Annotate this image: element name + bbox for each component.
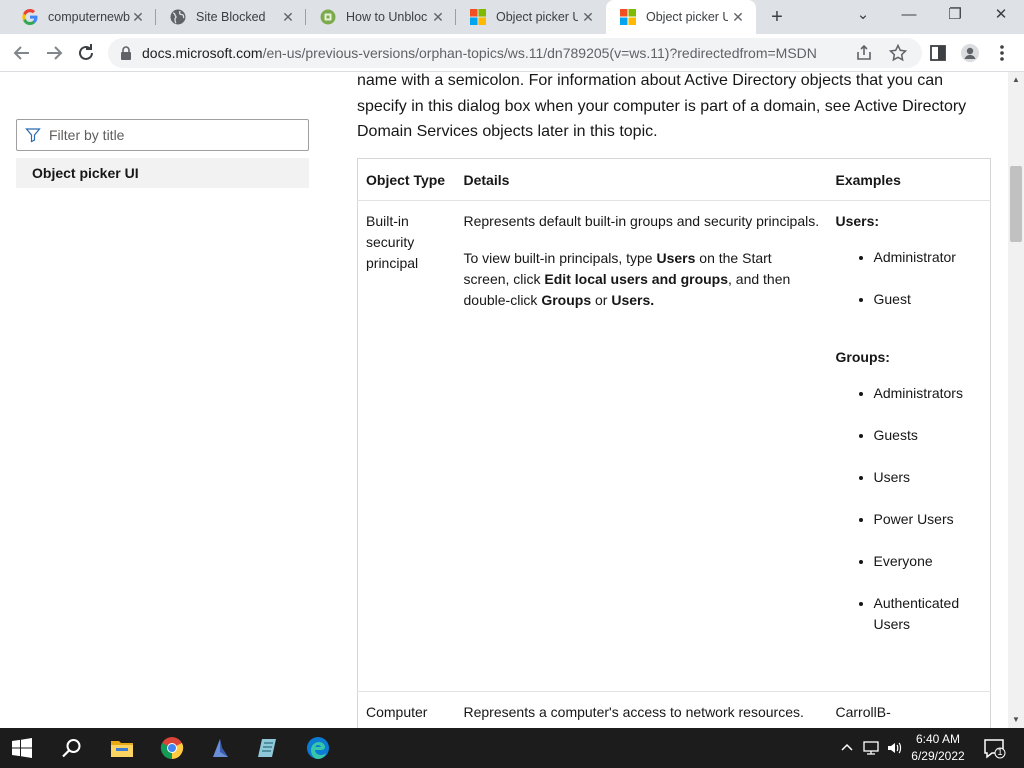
list-item: Administrators: [874, 383, 983, 404]
back-button[interactable]: [10, 41, 34, 65]
tab-title: Site Blocked: [196, 10, 266, 24]
restore-button[interactable]: ❐: [932, 0, 978, 34]
new-tab-button[interactable]: +: [764, 6, 790, 28]
windows-start-icon[interactable]: [12, 738, 32, 758]
browser-toolbar: docs.microsoft.com/en-us/previous-versio…: [0, 34, 1024, 72]
column-header: Examples: [827, 158, 991, 201]
network-icon[interactable]: [862, 739, 880, 757]
tab-computernewb[interactable]: computernewb ✕: [8, 0, 156, 34]
column-header: Details: [455, 158, 828, 201]
address-bar[interactable]: docs.microsoft.com/en-us/previous-versio…: [108, 38, 922, 68]
close-tab-icon[interactable]: ✕: [430, 9, 446, 25]
more-menu-icon[interactable]: [992, 43, 1012, 63]
close-tab-icon[interactable]: ✕: [730, 9, 746, 25]
close-tab-icon[interactable]: ✕: [130, 9, 146, 25]
list-item: Administrator: [874, 247, 983, 268]
chrome-icon[interactable]: [160, 736, 184, 760]
groups-label: Groups:: [835, 349, 890, 365]
tab-object-picker-active[interactable]: Object picker UI ✕: [606, 0, 756, 34]
users-list: Administrator Guest: [836, 247, 983, 310]
notification-count: 1: [997, 747, 1003, 757]
tab-title: Object picker UI: [496, 10, 578, 24]
edge-icon[interactable]: [306, 736, 330, 760]
profile-avatar-icon[interactable]: [960, 43, 980, 63]
filter-placeholder: Filter by title: [49, 127, 125, 143]
globe-icon: [170, 9, 186, 25]
details-instructions: To view built-in principals, type Users …: [463, 250, 791, 308]
windows-taskbar: 6:40 AM 6/29/2022 1: [0, 728, 1024, 768]
filter-icon: [25, 128, 41, 143]
scroll-down-arrow-icon[interactable]: ▼: [1008, 712, 1024, 728]
list-item: Authenticated Users: [874, 593, 983, 635]
show-hidden-icons-chevron-up-icon[interactable]: [838, 739, 856, 757]
page-scrollbar[interactable]: ▲ ▼: [1008, 72, 1024, 728]
bookmark-star-icon[interactable]: [888, 43, 908, 63]
url-host: docs.microsoft.com: [142, 45, 263, 61]
url-path: /en-us/previous-versions/orphan-topics/w…: [262, 45, 817, 61]
close-tab-icon[interactable]: ✕: [580, 9, 596, 25]
scroll-up-arrow-icon[interactable]: ▲: [1008, 72, 1024, 88]
table-row: Computer Represents a computer's access …: [358, 692, 991, 728]
list-item: Users: [874, 467, 983, 488]
url-text: docs.microsoft.com/en-us/previous-versio…: [142, 45, 817, 61]
microsoft-logo-icon: [620, 9, 636, 25]
google-g-icon: [22, 9, 38, 25]
tab-site-blocked[interactable]: Site Blocked ✕: [156, 0, 306, 34]
clock-date: 6/29/2022: [911, 749, 965, 763]
volume-icon[interactable]: [886, 739, 904, 757]
table-row: Built-in security principal Represents d…: [357, 200, 991, 692]
lock-icon[interactable]: [118, 45, 134, 61]
details-cell: Represents default built-in groups and s…: [455, 200, 828, 692]
pinned-app-icon[interactable]: [208, 736, 232, 760]
reload-button[interactable]: [74, 41, 98, 65]
list-item: Power Users: [874, 509, 983, 530]
tab-strip: computernewb ✕ Site Blocked ✕ How to Unb…: [0, 0, 1024, 34]
object-type-cell: Computer: [366, 704, 428, 720]
minimize-button[interactable]: —: [886, 0, 932, 34]
examples-cell: Users: Administrator Guest Groups: Admin…: [827, 200, 991, 692]
arrow-right-icon: [47, 46, 63, 60]
tab-title: Object picker UI: [646, 10, 728, 24]
close-window-button[interactable]: ✕: [978, 0, 1024, 34]
filter-by-title-input[interactable]: Filter by title: [16, 119, 309, 151]
users-label: Users:: [835, 213, 880, 229]
table-header-row: Object Type Details Examples: [357, 158, 991, 201]
search-icon[interactable]: [60, 736, 84, 760]
intro-paragraph: name with a semicolon. For information a…: [357, 72, 967, 140]
share-icon[interactable]: [854, 43, 874, 63]
tab-search-icon[interactable]: ⌄: [840, 0, 886, 34]
toc-item-object-picker-ui[interactable]: Object picker UI: [16, 158, 309, 188]
list-item: Guest: [874, 289, 983, 310]
details-cell: Represents a computer's access to networ…: [463, 704, 804, 720]
taskbar-clock[interactable]: 6:40 AM 6/29/2022: [906, 731, 970, 765]
notepad-app-icon[interactable]: [256, 736, 280, 760]
object-types-table: Object Type Details Examples Built-in se…: [357, 158, 991, 728]
clock-time: 6:40 AM: [915, 732, 961, 746]
page-content: Filter by title Object picker UI name wi…: [0, 72, 1008, 728]
site-favicon-icon: [320, 9, 336, 25]
tab-title: How to Unblock: [346, 10, 428, 24]
close-tab-icon[interactable]: ✕: [280, 9, 296, 25]
examples-cell: CarrollB-HomeComputer: [835, 704, 935, 728]
column-header: Object Type: [357, 158, 456, 201]
file-explorer-icon[interactable]: [110, 736, 134, 760]
tab-how-to-unblock[interactable]: How to Unblock ✕: [306, 0, 456, 34]
tab-object-picker-1[interactable]: Object picker UI ✕: [456, 0, 606, 34]
microsoft-logo-icon: [470, 9, 486, 25]
reload-icon: [79, 44, 93, 60]
tab-title: computernewb: [48, 10, 130, 24]
side-panel-icon[interactable]: [928, 43, 948, 63]
list-item: Guests: [874, 425, 983, 446]
details-text: Represents default built-in groups and s…: [463, 213, 820, 229]
groups-list: Administrators Guests Users Power Users …: [836, 383, 983, 635]
notification-center-button[interactable]: 1: [982, 736, 1006, 760]
list-item: Everyone: [874, 551, 983, 572]
object-type-cell: Built-in security principal: [357, 200, 456, 692]
forward-button[interactable]: [42, 41, 66, 65]
arrow-left-icon: [13, 46, 29, 60]
scrollbar-thumb[interactable]: [1010, 166, 1022, 242]
